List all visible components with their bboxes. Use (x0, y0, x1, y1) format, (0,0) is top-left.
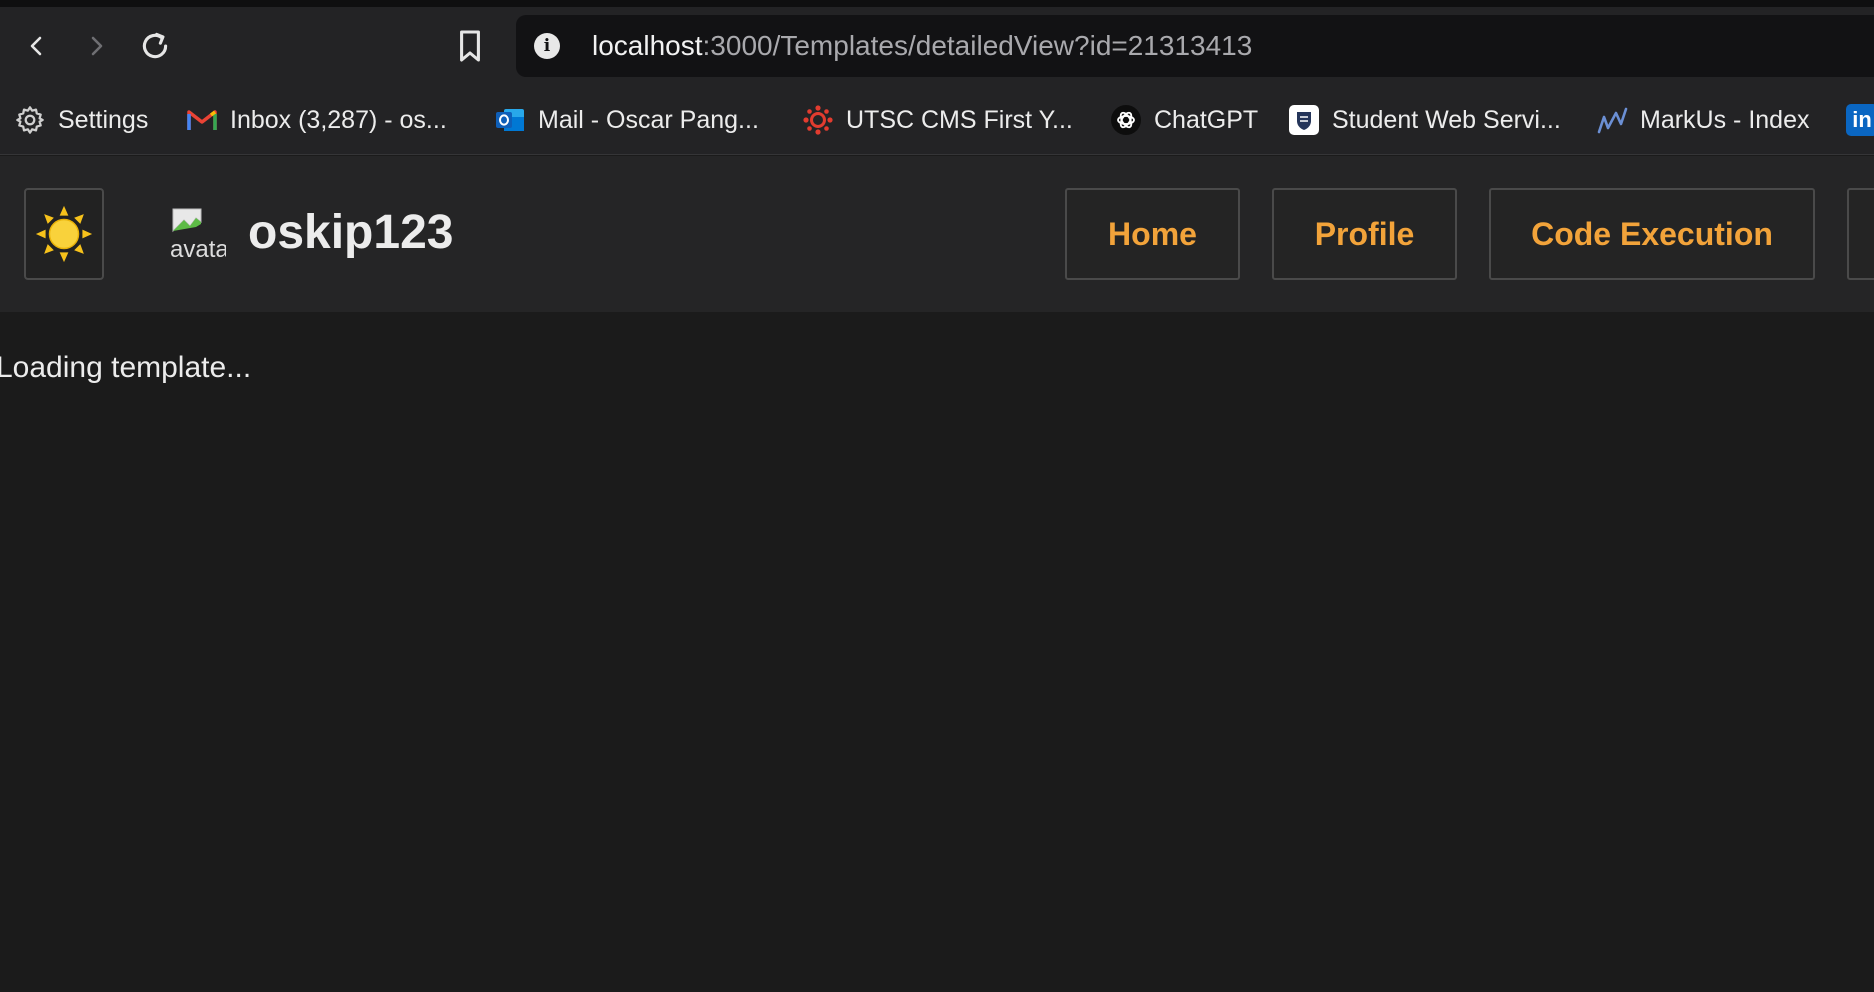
chatgpt-icon (1110, 104, 1142, 136)
bookmark-icon (460, 30, 480, 62)
loading-status-text: Loading template... (0, 351, 252, 384)
address-bar[interactable]: i localhost:3000/Templates/detailedView?… (516, 15, 1874, 77)
site-header: avatar oskip123 Home Profile Code Execut… (0, 156, 1874, 312)
bookmark-gmail[interactable]: Inbox (3,287) - os... (186, 101, 447, 139)
back-arrow-icon (30, 36, 42, 56)
avatar[interactable]: avatar (166, 202, 226, 262)
forward-button[interactable] (76, 26, 116, 66)
bookmark-label: MarkUs - Index (1640, 105, 1810, 134)
outlook-icon (494, 104, 526, 136)
canvas-icon (802, 104, 834, 136)
username: oskip123 (248, 206, 454, 259)
nav-home-link[interactable]: Home (1065, 188, 1240, 280)
reload-button[interactable] (135, 26, 175, 66)
linkedin-icon: in (1846, 104, 1874, 136)
nav-code-execution-link[interactable]: Code Execution (1489, 188, 1815, 280)
gear-icon (14, 104, 46, 136)
bookmark-student-web-services[interactable]: Student Web Servi... (1288, 101, 1561, 139)
gmail-icon (186, 104, 218, 136)
bookmark-label: Student Web Servi... (1332, 105, 1561, 134)
browser-toolbar: i localhost:3000/Templates/detailedView?… (0, 7, 1874, 85)
theme-toggle-button[interactable] (24, 188, 104, 280)
url-text[interactable]: localhost:3000/Templates/detailedView?id… (592, 32, 1252, 60)
bookmark-linkedin[interactable]: in (1846, 101, 1874, 139)
bookmark-page-button[interactable] (450, 26, 490, 66)
url-host: localhost (592, 30, 703, 61)
bookmarks-bar: Settings Inbox (3,287) - os... Mail - Os… (0, 85, 1874, 155)
bookmark-label: ChatGPT (1154, 105, 1259, 134)
info-icon[interactable]: i (534, 33, 560, 59)
bookmark-canvas[interactable]: UTSC CMS First Y... (802, 101, 1073, 139)
markus-icon (1596, 104, 1628, 136)
bookmark-label: Mail - Oscar Pang... (538, 105, 759, 134)
bookmark-label: UTSC CMS First Y... (846, 105, 1073, 134)
avatar-alt-text: avatar (170, 236, 226, 262)
broken-image-icon (172, 208, 202, 233)
nav-profile-link[interactable]: Profile (1272, 188, 1457, 280)
nav-more-link[interactable] (1847, 188, 1874, 280)
reload-icon (142, 32, 168, 59)
bookmark-outlook[interactable]: Mail - Oscar Pang... (494, 101, 759, 139)
url-path: :3000/Templates/detailedView?id=21313413 (702, 30, 1253, 61)
bookmark-markus[interactable]: MarkUs - Index (1596, 101, 1809, 139)
bookmark-settings[interactable]: Settings (14, 101, 148, 139)
window-top-strip (0, 0, 1874, 7)
uoft-crest-icon (1288, 104, 1320, 136)
bookmark-label: Settings (58, 105, 149, 134)
sun-icon (35, 205, 93, 263)
bookmark-label: Inbox (3,287) - os... (230, 105, 447, 134)
forward-arrow-icon (91, 36, 103, 56)
back-button[interactable] (17, 26, 57, 66)
bookmark-chatgpt[interactable]: ChatGPT (1110, 101, 1258, 139)
